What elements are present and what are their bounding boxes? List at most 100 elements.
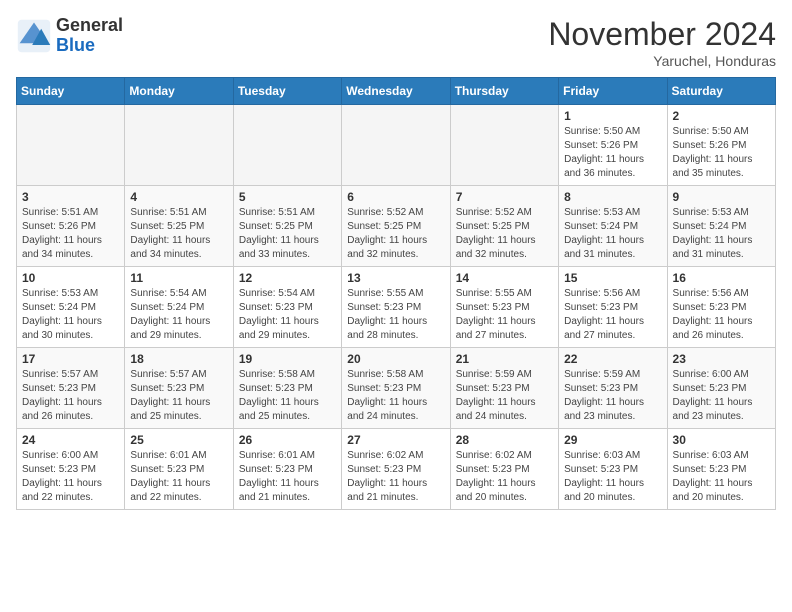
calendar-cell: 18 Sunrise: 5:57 AM Sunset: 5:23 PM Dayli… [125, 348, 233, 429]
day-info: Sunrise: 6:02 AM Sunset: 5:23 PM Dayligh… [456, 449, 553, 505]
day-number: 9 [673, 190, 770, 204]
calendar-cell: 29 Sunrise: 6:03 AM Sunset: 5:23 PM Dayli… [559, 429, 667, 510]
day-number: 12 [239, 271, 336, 285]
day-info: Sunrise: 6:00 AM Sunset: 5:23 PM Dayligh… [673, 368, 770, 424]
day-info: Sunrise: 6:02 AM Sunset: 5:23 PM Dayligh… [347, 449, 444, 505]
calendar-cell: 17Sunrise: 5:57 AM Sunset: 5:23 PM Dayli… [17, 348, 125, 429]
day-number: 24 [22, 433, 119, 447]
day-info: Sunrise: 5:54 AM Sunset: 5:23 PM Dayligh… [239, 287, 336, 343]
calendar-cell: 14 Sunrise: 5:55 AM Sunset: 5:23 PM Dayli… [450, 267, 558, 348]
calendar-cell [450, 105, 558, 186]
calendar-cell: 9 Sunrise: 5:53 AM Sunset: 5:24 PM Daylig… [667, 186, 775, 267]
location: Yaruchel, Honduras [548, 53, 776, 69]
calendar-cell: 30Sunrise: 6:03 AM Sunset: 5:23 PM Dayli… [667, 429, 775, 510]
day-info: Sunrise: 5:50 AM Sunset: 5:26 PM Dayligh… [673, 125, 770, 181]
day-info: Sunrise: 6:03 AM Sunset: 5:23 PM Dayligh… [564, 449, 661, 505]
day-number: 13 [347, 271, 444, 285]
calendar-cell: 25Sunrise: 6:01 AM Sunset: 5:23 PM Dayli… [125, 429, 233, 510]
day-number: 20 [347, 352, 444, 366]
calendar-cell: 1Sunrise: 5:50 AM Sunset: 5:26 PM Daylig… [559, 105, 667, 186]
calendar-week: 24Sunrise: 6:00 AM Sunset: 5:23 PM Dayli… [17, 429, 776, 510]
calendar-body: 1 Sunrise: 5:50 AM Sunset: 5:26 PM Daylig… [17, 105, 776, 510]
day-info: Sunrise: 5:57 AM Sunset: 5:23 PM Dayligh… [22, 368, 119, 424]
header-day: Tuesday [233, 78, 341, 105]
calendar-cell: 11 Sunrise: 5:54 AM Sunset: 5:24 PM Dayli… [125, 267, 233, 348]
day-number: 7 [456, 190, 553, 204]
day-number: 16 [673, 271, 770, 285]
day-info: Sunrise: 5:57 AM Sunset: 5:23 PM Dayligh… [130, 368, 227, 424]
day-number: 11 [130, 271, 227, 285]
calendar-cell [125, 105, 233, 186]
day-info: Sunrise: 5:52 AM Sunset: 5:25 PM Dayligh… [347, 206, 444, 262]
calendar-cell: 19Sunrise: 5:58 AM Sunset: 5:23 PM Dayli… [233, 348, 341, 429]
header-day: Monday [125, 78, 233, 105]
day-info: Sunrise: 5:53 AM Sunset: 5:24 PM Dayligh… [673, 206, 770, 262]
logo: General Blue [16, 16, 123, 56]
calendar-cell: 2 Sunrise: 5:50 AM Sunset: 5:26 PM Daylig… [667, 105, 775, 186]
day-number: 27 [347, 433, 444, 447]
calendar-cell: 21Sunrise: 5:59 AM Sunset: 5:23 PM Dayli… [450, 348, 558, 429]
calendar-cell [17, 105, 125, 186]
day-number: 2 [673, 109, 770, 123]
calendar-cell: 28 Sunrise: 6:02 AM Sunset: 5:23 PM Dayli… [450, 429, 558, 510]
calendar-cell: 7 Sunrise: 5:52 AM Sunset: 5:25 PM Daylig… [450, 186, 558, 267]
day-number: 8 [564, 190, 661, 204]
title-section: November 2024 Yaruchel, Honduras [548, 16, 776, 69]
calendar-cell: 3 Sunrise: 5:51 AM Sunset: 5:26 PM Daylig… [17, 186, 125, 267]
calendar-cell: 13 Sunrise: 5:55 AM Sunset: 5:23 PM Dayli… [342, 267, 450, 348]
calendar-week: 17Sunrise: 5:57 AM Sunset: 5:23 PM Dayli… [17, 348, 776, 429]
header-day: Thursday [450, 78, 558, 105]
day-number: 5 [239, 190, 336, 204]
day-number: 14 [456, 271, 553, 285]
page-header: General Blue November 2024 Yaruchel, Hon… [16, 16, 776, 69]
day-info: Sunrise: 5:59 AM Sunset: 5:23 PM Dayligh… [456, 368, 553, 424]
day-number: 23 [673, 352, 770, 366]
day-number: 22 [564, 352, 661, 366]
day-info: Sunrise: 5:56 AM Sunset: 5:23 PM Dayligh… [564, 287, 661, 343]
day-number: 30 [673, 433, 770, 447]
logo-icon [16, 18, 52, 54]
day-number: 18 [130, 352, 227, 366]
calendar-cell: 10 Sunrise: 5:53 AM Sunset: 5:24 PM Dayli… [17, 267, 125, 348]
day-number: 3 [22, 190, 119, 204]
day-info: Sunrise: 5:56 AM Sunset: 5:23 PM Dayligh… [673, 287, 770, 343]
day-info: Sunrise: 5:58 AM Sunset: 5:23 PM Dayligh… [347, 368, 444, 424]
calendar-cell: 8Sunrise: 5:53 AM Sunset: 5:24 PM Daylig… [559, 186, 667, 267]
calendar-cell: 26Sunrise: 6:01 AM Sunset: 5:23 PM Dayli… [233, 429, 341, 510]
calendar-cell: 15 Sunrise: 5:56 AM Sunset: 5:23 PM Dayli… [559, 267, 667, 348]
day-number: 15 [564, 271, 661, 285]
header-day: Saturday [667, 78, 775, 105]
day-number: 10 [22, 271, 119, 285]
day-number: 26 [239, 433, 336, 447]
calendar-week: 3 Sunrise: 5:51 AM Sunset: 5:26 PM Daylig… [17, 186, 776, 267]
day-info: Sunrise: 5:51 AM Sunset: 5:25 PM Dayligh… [130, 206, 227, 262]
calendar-cell: 23 Sunrise: 6:00 AM Sunset: 5:23 PM Dayli… [667, 348, 775, 429]
logo-general: General [56, 16, 123, 36]
day-info: Sunrise: 5:55 AM Sunset: 5:23 PM Dayligh… [456, 287, 553, 343]
day-number: 29 [564, 433, 661, 447]
day-info: Sunrise: 5:51 AM Sunset: 5:25 PM Dayligh… [239, 206, 336, 262]
day-info: Sunrise: 5:52 AM Sunset: 5:25 PM Dayligh… [456, 206, 553, 262]
calendar-header: SundayMondayTuesdayWednesdayThursdayFrid… [17, 78, 776, 105]
calendar-cell: 4 Sunrise: 5:51 AM Sunset: 5:25 PM Daylig… [125, 186, 233, 267]
calendar-cell: 6Sunrise: 5:52 AM Sunset: 5:25 PM Daylig… [342, 186, 450, 267]
calendar-week: 1 Sunrise: 5:50 AM Sunset: 5:26 PM Daylig… [17, 105, 776, 186]
day-info: Sunrise: 5:53 AM Sunset: 5:24 PM Dayligh… [22, 287, 119, 343]
calendar-cell: 27 Sunrise: 6:02 AM Sunset: 5:23 PM Dayli… [342, 429, 450, 510]
day-info: Sunrise: 6:01 AM Sunset: 5:23 PM Dayligh… [130, 449, 227, 505]
calendar-cell: 5 Sunrise: 5:51 AM Sunset: 5:25 PM Daylig… [233, 186, 341, 267]
calendar-week: 10 Sunrise: 5:53 AM Sunset: 5:24 PM Dayli… [17, 267, 776, 348]
day-number: 28 [456, 433, 553, 447]
header-day: Friday [559, 78, 667, 105]
day-info: Sunrise: 5:51 AM Sunset: 5:26 PM Dayligh… [22, 206, 119, 262]
day-number: 4 [130, 190, 227, 204]
calendar-cell: 20 Sunrise: 5:58 AM Sunset: 5:23 PM Dayli… [342, 348, 450, 429]
calendar-cell [342, 105, 450, 186]
day-info: Sunrise: 5:55 AM Sunset: 5:23 PM Dayligh… [347, 287, 444, 343]
header-day: Sunday [17, 78, 125, 105]
day-number: 1 [564, 109, 661, 123]
calendar-cell: 12 Sunrise: 5:54 AM Sunset: 5:23 PM Dayli… [233, 267, 341, 348]
calendar-table: SundayMondayTuesdayWednesdayThursdayFrid… [16, 77, 776, 510]
day-number: 19 [239, 352, 336, 366]
day-info: Sunrise: 5:54 AM Sunset: 5:24 PM Dayligh… [130, 287, 227, 343]
